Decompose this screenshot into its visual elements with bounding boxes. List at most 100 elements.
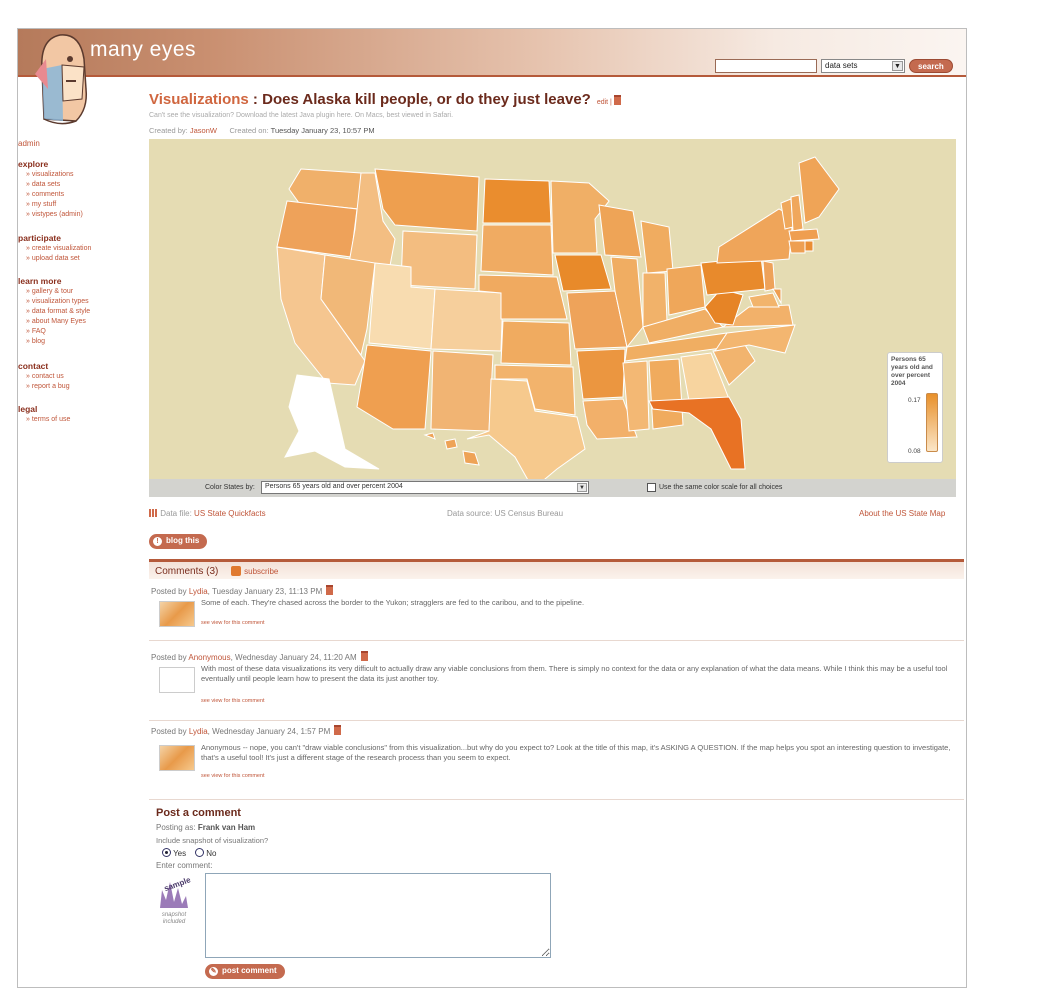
see-view-link[interactable]: see view for this comment — [201, 620, 265, 626]
us-state-map[interactable]: Persons 65 years old and over percent 20… — [149, 139, 956, 479]
breadcrumb-visualizations[interactable]: Visualizations — [149, 91, 249, 108]
comments-title: Comments (3) subscribe — [155, 566, 278, 577]
nav-item-data-sets[interactable]: » data sets — [18, 180, 143, 190]
state-wi — [598, 204, 642, 258]
comment-header: Posted by Lydia, Wednesday January 24, 1… — [151, 725, 342, 736]
nav-item-blog[interactable]: » blog — [18, 337, 143, 347]
state-nj — [762, 260, 776, 292]
state-ma — [788, 228, 820, 242]
legend-color-scale — [926, 393, 938, 452]
chevron-down-icon[interactable]: ▼ — [892, 61, 903, 71]
nav-item-my-stuff[interactable]: » my stuff — [18, 200, 143, 210]
radio-no[interactable] — [195, 848, 205, 857]
blog-this-pill[interactable]: ! blog this — [149, 534, 208, 549]
include-snapshot-radios: Yes No — [162, 848, 217, 858]
search-scope-value: data sets — [825, 61, 858, 70]
see-view-link[interactable]: see view for this comment — [201, 773, 265, 779]
posting-as-user: Frank van Ham — [197, 823, 256, 832]
comment-date: , Wednesday January 24, 11:20 AM — [230, 653, 357, 662]
state-md — [748, 292, 780, 308]
post-comment-title: Post a comment — [156, 807, 241, 819]
page-frame: many eyes data sets ▼ search admin explo… — [17, 28, 967, 988]
subscribe-link[interactable]: subscribe — [244, 567, 278, 576]
java-note: Can't see the visualization? Download th… — [149, 112, 454, 119]
trash-icon[interactable] — [326, 585, 334, 595]
same-scale-label: Use the same color scale for all choices — [659, 484, 783, 491]
nav-item-data-format[interactable]: » data format & style — [18, 307, 143, 317]
comment-snapshot-thumbnail[interactable] — [159, 601, 195, 627]
comment-item: Posted by Lydia, Tuesday January 23, 11:… — [149, 585, 964, 641]
state-nd — [482, 178, 552, 224]
nav-item-vistypes[interactable]: » vistypes (admin) — [18, 210, 143, 220]
color-by-select[interactable]: Persons 65 years old and over percent 20… — [261, 481, 589, 494]
nav-item-create-visualization[interactable]: » create visualization — [18, 244, 143, 254]
nav-item-comments[interactable]: » comments — [18, 190, 143, 200]
nav-item-report-bug[interactable]: » report a bug — [18, 382, 143, 392]
nav-group-contact: contact » contact us » report a bug — [18, 361, 143, 392]
comment-text: Anonymous -- nope, you can't "draw viabl… — [201, 743, 951, 762]
map-controls-bar: Color States by: Persons 65 years old an… — [149, 479, 956, 497]
nav-item-visualization-types[interactable]: » visualization types — [18, 297, 143, 307]
radio-yes[interactable] — [162, 848, 171, 857]
include-snapshot-label: Include snapshot of visualization? — [156, 836, 269, 845]
comment-author[interactable]: Anonymous — [188, 653, 230, 662]
search-input[interactable] — [715, 59, 817, 73]
color-by-value: Persons 65 years old and over percent 20… — [265, 483, 403, 490]
post-comment-section: Post a comment Posting as: Frank van Ham… — [149, 804, 964, 987]
snapshot-included-note: snapshot included — [161, 912, 187, 925]
nav-item-faq[interactable]: » FAQ — [18, 327, 143, 337]
state-hi-2 — [444, 438, 458, 450]
data-file-label: Data file: — [160, 509, 192, 518]
same-scale-checkbox[interactable] — [647, 483, 656, 492]
site-header: many eyes data sets ▼ search — [18, 29, 966, 77]
comment-author[interactable]: Lydia — [189, 587, 208, 596]
comment-item: Posted by Lydia, Wednesday January 24, 1… — [149, 725, 964, 800]
nav-item-terms[interactable]: » terms of use — [18, 415, 143, 425]
nav-item-about[interactable]: » about Many Eyes — [18, 317, 143, 327]
nav-item-visualizations[interactable]: » visualizations — [18, 170, 143, 180]
comment-snapshot-thumbnail[interactable] — [159, 745, 195, 771]
chevron-down-icon[interactable]: ▼ — [577, 483, 587, 492]
nav-item-upload-data-set[interactable]: » upload data set — [18, 254, 143, 264]
trash-icon[interactable] — [360, 651, 368, 661]
state-nh — [790, 194, 804, 232]
comment-item: Posted by Anonymous, Wednesday January 2… — [149, 651, 964, 721]
color-by-label: Color States by: — [205, 484, 255, 491]
post-comment-button[interactable]: ✎ post comment — [205, 964, 285, 979]
posting-as-label: Posting as: — [156, 823, 196, 832]
admin-link[interactable]: admin — [18, 139, 40, 148]
data-file-link[interactable]: US State Quickfacts — [194, 509, 266, 518]
comment-author[interactable]: Lydia — [189, 727, 208, 736]
posting-as: Posting as: Frank van Ham — [156, 823, 255, 832]
posted-by-label: Posted by — [151, 587, 187, 596]
many-eyes-logo[interactable] — [32, 29, 90, 129]
post-comment-pill[interactable]: ✎ post comment — [205, 964, 285, 979]
trash-icon[interactable] — [613, 95, 621, 105]
site-name[interactable]: many eyes — [90, 38, 196, 62]
comment-snapshot-thumbnail[interactable] — [159, 667, 195, 693]
state-in — [642, 272, 668, 328]
legend-title: Persons 65 years old and over percent 20… — [891, 356, 933, 387]
nav-item-contact-us[interactable]: » contact us — [18, 372, 143, 382]
legend-min-value: 0.08 — [908, 448, 921, 455]
comment-textarea[interactable] — [205, 873, 551, 958]
comment-date: , Wednesday January 24, 1:57 PM — [207, 727, 331, 736]
see-view-link[interactable]: see view for this comment — [201, 698, 265, 704]
created-info: Created by: JasonW Created on: Tuesday J… — [149, 126, 375, 135]
nav-group-legal: legal » terms of use — [18, 404, 143, 425]
trash-icon[interactable] — [334, 725, 342, 735]
nav-item-gallery-tour[interactable]: » gallery & tour — [18, 287, 143, 297]
edit-link[interactable]: edit | — [597, 99, 612, 106]
creator-link[interactable]: JasonW — [190, 126, 217, 135]
state-ia — [554, 254, 612, 292]
rss-icon[interactable] — [231, 566, 242, 576]
viz-title: Does Alaska kill people, or do they just… — [262, 91, 591, 108]
search-button[interactable]: search — [909, 59, 953, 73]
about-map-link[interactable]: About the US State Map — [859, 509, 945, 518]
map-canvas[interactable] — [149, 139, 956, 479]
nav-heading: legal — [18, 404, 38, 414]
state-wy — [400, 230, 478, 290]
legend-max-value: 0.17 — [908, 397, 921, 404]
blog-this-button[interactable]: ! blog this — [149, 534, 208, 549]
search-scope-select[interactable]: data sets ▼ — [821, 59, 905, 73]
